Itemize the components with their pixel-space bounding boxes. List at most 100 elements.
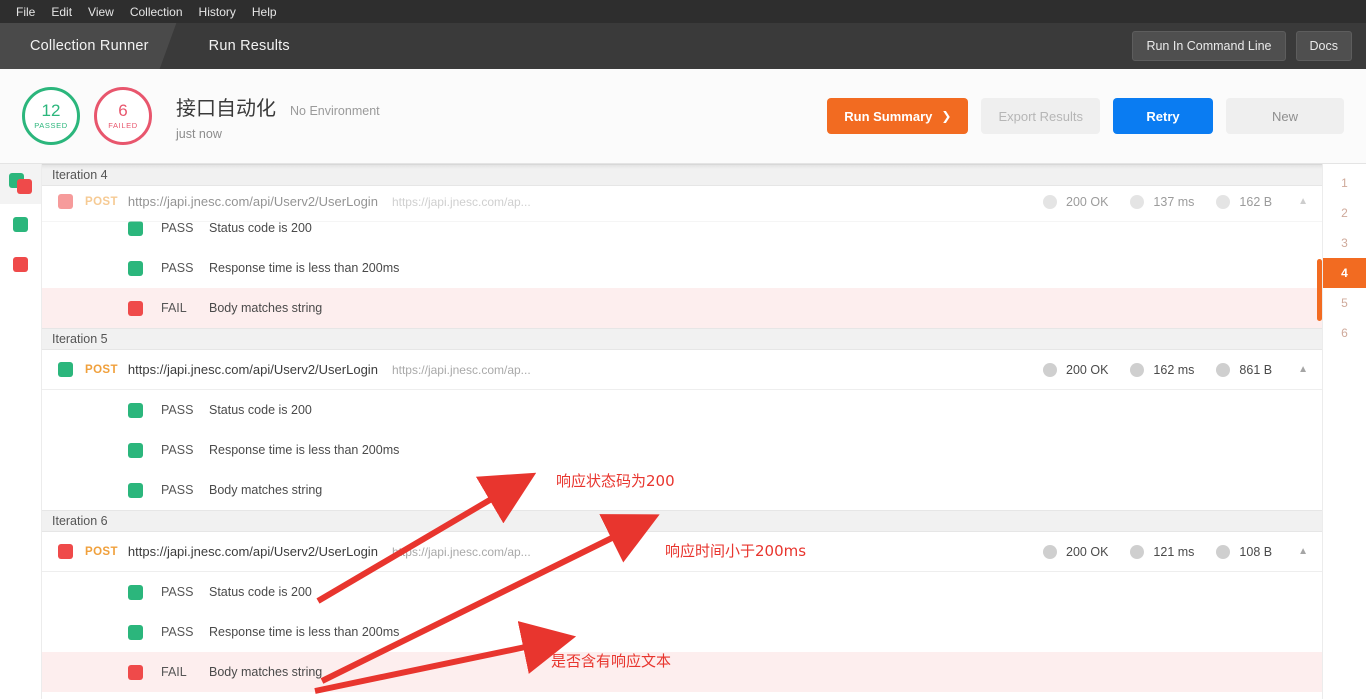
results-body: Iteration 4 POST https://japi.jnesc.com/… — [0, 164, 1366, 699]
test-name: Status code is 200 — [209, 585, 312, 599]
tab-bar-actions: Run In Command Line Docs — [1132, 23, 1366, 69]
collapse-caret-icon[interactable]: ▲ — [1298, 196, 1308, 207]
test-verdict: PASS — [161, 221, 194, 235]
menu-item-collection[interactable]: Collection — [122, 3, 191, 21]
test-status-icon — [128, 300, 143, 316]
menu-bar: File Edit View Collection History Help — [0, 0, 1366, 23]
environment-label: No Environment — [290, 103, 380, 118]
test-verdict: PASS — [161, 483, 194, 497]
pass-swatch-icon — [13, 216, 28, 232]
test-verdict: PASS — [161, 443, 194, 457]
metric-size: 162 B — [1216, 194, 1273, 209]
iteration-index-2[interactable]: 2 — [1323, 198, 1366, 228]
menu-item-edit[interactable]: Edit — [43, 3, 80, 21]
tab-run-results[interactable]: Run Results — [178, 23, 320, 69]
request-url-secondary: https://japi.jnesc.com/ap... — [391, 544, 531, 559]
collapse-caret-icon[interactable]: ▲ — [1298, 546, 1308, 557]
tab-collection-runner[interactable]: Collection Runner — [0, 23, 179, 69]
passed-label: PASSED — [34, 121, 68, 130]
results-list[interactable]: Iteration 4 POST https://japi.jnesc.com/… — [42, 164, 1322, 699]
test-row[interactable]: PASS Response time is less than 200ms — [42, 612, 1322, 652]
tab-bar: Collection Runner Run Results Run In Com… — [0, 23, 1366, 69]
iteration-index-6[interactable]: 6 — [1323, 318, 1366, 348]
request-method: POST — [85, 545, 118, 558]
test-status-icon — [128, 402, 143, 418]
time-value: 162 ms — [1153, 362, 1195, 377]
rail-cell-0[interactable] — [0, 164, 41, 204]
test-row[interactable]: FAIL Body matches string — [42, 288, 1322, 328]
test-status-icon — [128, 624, 143, 640]
request-method: POST — [85, 195, 118, 208]
status-value: 200 OK — [1066, 544, 1109, 559]
request-status-icon — [58, 362, 73, 377]
test-row[interactable]: PASS Response time is less than 200ms — [42, 430, 1322, 470]
rail-cell-2[interactable] — [0, 244, 41, 284]
test-row[interactable]: PASS Response time is less than 200ms — [42, 248, 1322, 288]
fail-swatch-icon — [13, 256, 28, 272]
iteration-index-5[interactable]: 5 — [1323, 288, 1366, 318]
iteration-index-3[interactable]: 3 — [1323, 228, 1366, 258]
test-row[interactable]: FAIL Body matches string — [42, 652, 1322, 692]
docs-button[interactable]: Docs — [1295, 31, 1352, 61]
test-verdict: PASS — [161, 585, 194, 599]
metric-size: 861 B — [1216, 362, 1272, 377]
menu-item-help[interactable]: Help — [244, 3, 285, 21]
passed-counter: 12 PASSED — [22, 87, 80, 145]
iteration-index-rail: 1 2 3 4 5 6 — [1322, 164, 1366, 699]
request-metrics: 200 OK 121 ms 108 B ▲ — [1021, 544, 1322, 559]
test-verdict: PASS — [161, 403, 194, 417]
metric-size: 108 B — [1216, 544, 1273, 559]
request-row[interactable]: POST https://japi.jnesc.com/api/Userv2/U… — [42, 182, 1322, 222]
request-status-icon — [58, 544, 73, 559]
test-status-icon — [128, 664, 143, 680]
retry-button[interactable]: Retry — [1113, 98, 1213, 134]
test-verdict: FAIL — [161, 665, 187, 679]
status-value: 200 OK — [1066, 194, 1109, 209]
failed-count: 6 — [118, 101, 128, 120]
metric-time: 137 ms — [1130, 194, 1194, 209]
size-dot-icon — [1216, 544, 1231, 559]
tab-bar-spacer — [320, 23, 1133, 69]
test-verdict: PASS — [161, 261, 194, 275]
run-summary-label: Run Summary — [844, 108, 933, 124]
test-row[interactable]: PASS Status code is 200 — [42, 572, 1322, 612]
iteration-label: Iteration 4 — [52, 168, 108, 182]
iteration-label: Iteration 6 — [52, 514, 108, 528]
export-results-button[interactable]: Export Results — [981, 98, 1100, 134]
size-value: 162 B — [1239, 194, 1273, 209]
run-summary-button[interactable]: Run Summary ❯ — [827, 98, 969, 134]
iteration-header: Iteration 5 — [42, 328, 1322, 350]
test-status-icon — [128, 220, 143, 236]
request-metrics: 200 OK 162 ms 861 B ▲ — [1021, 362, 1322, 377]
test-status-icon — [128, 442, 143, 458]
request-url-secondary: https://japi.jnesc.com/ap... — [391, 362, 531, 377]
vertical-scrollbar-thumb[interactable] — [1317, 259, 1322, 321]
time-value: 121 ms — [1153, 544, 1195, 559]
status-swatch-pair-icon — [8, 173, 33, 195]
header-actions: Run Summary ❯ Export Results Retry New — [827, 98, 1344, 134]
test-row[interactable]: PASS Body matches string — [42, 470, 1322, 510]
tab-run-results-label: Run Results — [208, 38, 290, 54]
menu-item-view[interactable]: View — [80, 3, 122, 21]
collapse-caret-icon[interactable]: ▲ — [1298, 364, 1308, 375]
menu-item-history[interactable]: History — [191, 3, 244, 21]
test-status-icon — [128, 260, 143, 276]
status-dot-icon — [1043, 544, 1058, 559]
iteration-index-1[interactable]: 1 — [1323, 168, 1366, 198]
request-row[interactable]: POST https://japi.jnesc.com/api/Userv2/U… — [42, 532, 1322, 572]
tab-collection-runner-label: Collection Runner — [30, 38, 149, 54]
rail-cell-1[interactable] — [0, 204, 41, 244]
iteration-index-4[interactable]: 4 — [1323, 258, 1366, 288]
menu-item-file[interactable]: File — [8, 3, 43, 21]
test-name: Body matches string — [209, 483, 323, 497]
test-row[interactable]: PASS Status code is 200 — [42, 390, 1322, 430]
request-method: POST — [85, 363, 118, 376]
request-url: https://japi.jnesc.com/api/Userv2/UserLo… — [127, 544, 378, 559]
size-value: 108 B — [1239, 544, 1273, 559]
scroll-shadow — [42, 164, 1322, 169]
new-button[interactable]: New — [1226, 98, 1344, 134]
request-row[interactable]: POST https://japi.jnesc.com/api/Userv2/U… — [42, 350, 1322, 390]
run-in-command-line-button[interactable]: Run In Command Line — [1132, 31, 1286, 61]
collection-title: 接口自动化 — [176, 97, 276, 120]
size-dot-icon — [1216, 194, 1231, 209]
